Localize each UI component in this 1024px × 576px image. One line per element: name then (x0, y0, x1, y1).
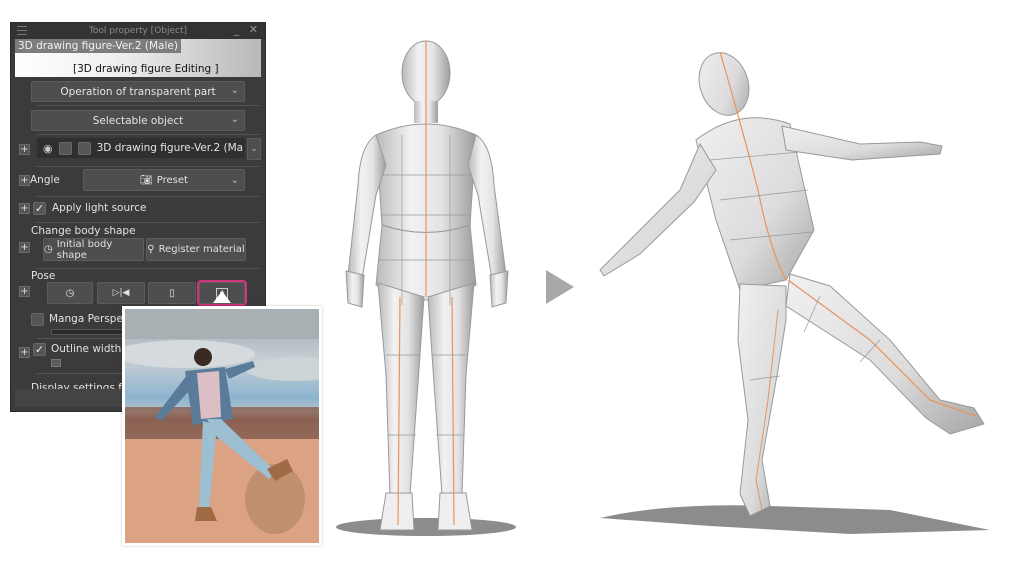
panel-title: Tool property [Object] (88, 26, 188, 36)
outline-width-label: Outline width (51, 343, 122, 355)
apply-light-source-label: Apply light source (52, 202, 147, 214)
figure-shadow (336, 518, 516, 536)
expand-plus-icon[interactable]: + (19, 202, 30, 214)
reset-clock-icon: ◷ (44, 244, 53, 255)
cloud (245, 357, 319, 381)
change-body-shape-label: Change body shape (31, 225, 136, 237)
transparent-part-value: Operation of transparent part (60, 85, 216, 98)
figure-standing (336, 40, 516, 536)
layer-dropdown-button[interactable]: ⌄ (247, 138, 261, 160)
transform-arrow-icon (546, 270, 574, 304)
figure-posed (599, 51, 990, 534)
initial-pose-button[interactable]: ◷ (47, 282, 93, 304)
panel-titlebar: Tool property [Object] _ ✕ (11, 23, 265, 39)
apply-light-source-checkbox[interactable]: ✓ (33, 201, 46, 215)
photo-illustration (125, 309, 319, 543)
figure-leg-right (377, 282, 425, 496)
cloud (125, 340, 255, 368)
chevron-down-icon: ⌄ (230, 174, 239, 186)
reset-clock-icon: ◷ (65, 287, 75, 299)
selectable-object-value: Selectable object (92, 114, 184, 127)
figure-leg-stand (737, 283, 787, 517)
expand-plus-icon[interactable]: + (19, 346, 30, 358)
cloud (125, 309, 319, 339)
chevron-down-icon: ⌄ (230, 85, 239, 96)
register-material-button[interactable]: ⚲ Register material (146, 238, 246, 261)
figure-arm-right (599, 142, 717, 277)
figure-preview: 3D drawing figure-Ver.2 (Male) [3D drawi… (15, 39, 261, 77)
pose-section: Pose + ◷ ▷|◀ ▯ ✝ (11, 269, 265, 309)
window-controls[interactable]: _ ✕ (234, 23, 261, 36)
expand-plus-icon[interactable]: + (19, 286, 30, 297)
flip-horizontal-button[interactable]: ▷|◀ (97, 282, 145, 304)
figure-shadow (600, 505, 990, 534)
expand-plus-icon[interactable]: + (19, 143, 30, 155)
pose-label: Pose (31, 270, 56, 282)
apply-light-source-row: + ✓ Apply light source (11, 197, 265, 219)
layer-row: + ◉ 3D drawing figure-Ver.2 (Ma ⌄ (11, 135, 265, 163)
figure-foot-left (437, 492, 473, 531)
angle-label: Angle (30, 174, 60, 186)
divider (37, 105, 259, 106)
clipboard-icon: ▯ (169, 287, 175, 299)
angle-row: + Angle 📷︎ Preset ⌄ (11, 167, 265, 193)
paste-pose-button[interactable]: ▯ (148, 282, 196, 304)
register-material-label: Register material (158, 244, 245, 255)
layer-field[interactable]: ◉ 3D drawing figure-Ver.2 (Ma (37, 138, 245, 158)
initial-body-shape-button[interactable]: ◷ Initial body shape (43, 238, 144, 261)
change-body-shape-section: Change body shape + ◷ Initial body shape… (11, 223, 265, 265)
figure-arm-left (781, 125, 943, 161)
preset-label: Preset (156, 174, 188, 186)
lock-checkbox[interactable] (58, 141, 72, 155)
initial-body-shape-label: Initial body shape (56, 238, 113, 261)
outline-width-checkbox[interactable]: ✓ (33, 342, 46, 356)
register-material-icon: ⚲ (147, 244, 155, 255)
eye-icon[interactable]: ◉ (43, 142, 53, 155)
expand-plus-icon[interactable]: + (19, 242, 30, 253)
flip-horizontal-icon: ▷|◀ (112, 288, 130, 298)
editing-label: [3D drawing figure Editing ] (73, 63, 219, 75)
expand-plus-icon[interactable]: + (19, 174, 30, 186)
figure-hand-left (489, 270, 509, 308)
person-shirt (197, 371, 221, 419)
reference-photo (122, 306, 322, 546)
layer-checkbox[interactable] (77, 141, 91, 155)
figure-leg-kick (785, 273, 985, 435)
layer-name: 3D drawing figure-Ver.2 (Ma (96, 142, 244, 154)
person-head (194, 348, 212, 366)
figure-leg-left (427, 282, 475, 496)
figure-foot-right (379, 492, 415, 531)
selectable-object-dropdown[interactable]: Selectable object ⌄ (31, 110, 245, 131)
panel-menu-icon[interactable] (17, 26, 27, 35)
manga-perspective-checkbox[interactable] (31, 312, 44, 326)
transparent-part-dropdown[interactable]: Operation of transparent part ⌄ (31, 81, 245, 102)
slider-knob[interactable] (51, 359, 61, 367)
callout-pointer (213, 291, 231, 303)
figure-head (698, 52, 750, 116)
angle-preset-dropdown[interactable]: 📷︎ Preset ⌄ (83, 169, 245, 191)
figure-name-label: 3D drawing figure-Ver.2 (Male) (15, 39, 181, 53)
figure-hand-right (345, 270, 365, 308)
camera-icon: 📷︎ (140, 174, 153, 186)
chevron-down-icon: ⌄ (230, 114, 239, 125)
